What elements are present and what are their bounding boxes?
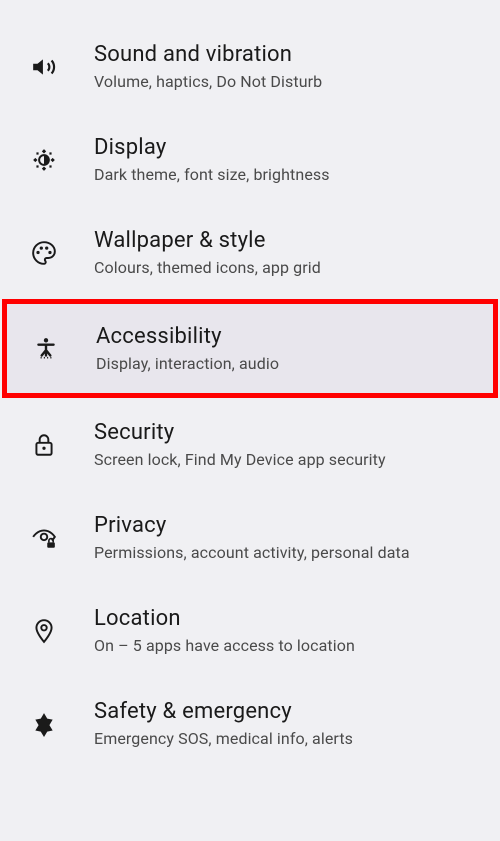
accessibility-icon (32, 335, 60, 363)
settings-item-title: Accessibility (96, 324, 279, 349)
settings-item-text: Wallpaper & style Colours, themed icons,… (94, 228, 321, 277)
settings-list: Sound and vibration Volume, haptics, Do … (0, 0, 500, 770)
brightness-icon (30, 146, 58, 174)
settings-item-display[interactable]: Display Dark theme, font size, brightnes… (0, 113, 500, 206)
settings-item-text: Accessibility Display, interaction, audi… (96, 324, 279, 373)
settings-item-wallpaper[interactable]: Wallpaper & style Colours, themed icons,… (0, 206, 500, 299)
settings-item-text: Safety & emergency Emergency SOS, medica… (94, 699, 353, 748)
palette-icon (30, 239, 58, 267)
settings-item-privacy[interactable]: Privacy Permissions, account activity, p… (0, 491, 500, 584)
settings-item-subtitle: On – 5 apps have access to location (94, 636, 355, 655)
settings-item-subtitle: Colours, themed icons, app grid (94, 258, 321, 277)
settings-item-sound[interactable]: Sound and vibration Volume, haptics, Do … (0, 20, 500, 113)
eye-lock-icon (30, 524, 58, 552)
settings-item-subtitle: Volume, haptics, Do Not Disturb (94, 72, 322, 91)
settings-item-text: Display Dark theme, font size, brightnes… (94, 135, 330, 184)
settings-item-title: Wallpaper & style (94, 228, 321, 253)
settings-item-safety[interactable]: Safety & emergency Emergency SOS, medica… (0, 677, 500, 770)
settings-item-title: Display (94, 135, 330, 160)
pin-icon (30, 617, 58, 645)
settings-item-title: Sound and vibration (94, 42, 322, 67)
settings-item-location[interactable]: Location On – 5 apps have access to loca… (0, 584, 500, 677)
volume-icon (30, 53, 58, 81)
settings-item-title: Safety & emergency (94, 699, 353, 724)
settings-item-text: Sound and vibration Volume, haptics, Do … (94, 42, 322, 91)
lock-icon (30, 431, 58, 459)
settings-item-text: Security Screen lock, Find My Device app… (94, 420, 386, 469)
settings-item-text: Location On – 5 apps have access to loca… (94, 606, 355, 655)
settings-item-security[interactable]: Security Screen lock, Find My Device app… (0, 398, 500, 491)
settings-item-subtitle: Display, interaction, audio (96, 354, 279, 373)
medical-icon (30, 710, 58, 738)
settings-item-subtitle: Dark theme, font size, brightness (94, 165, 330, 184)
settings-item-subtitle: Emergency SOS, medical info, alerts (94, 729, 353, 748)
settings-item-text: Privacy Permissions, account activity, p… (94, 513, 410, 562)
settings-item-title: Privacy (94, 513, 410, 538)
settings-item-subtitle: Screen lock, Find My Device app security (94, 450, 386, 469)
settings-item-accessibility[interactable]: Accessibility Display, interaction, audi… (2, 299, 498, 398)
settings-item-title: Location (94, 606, 355, 631)
settings-item-subtitle: Permissions, account activity, personal … (94, 543, 410, 562)
settings-item-title: Security (94, 420, 386, 445)
